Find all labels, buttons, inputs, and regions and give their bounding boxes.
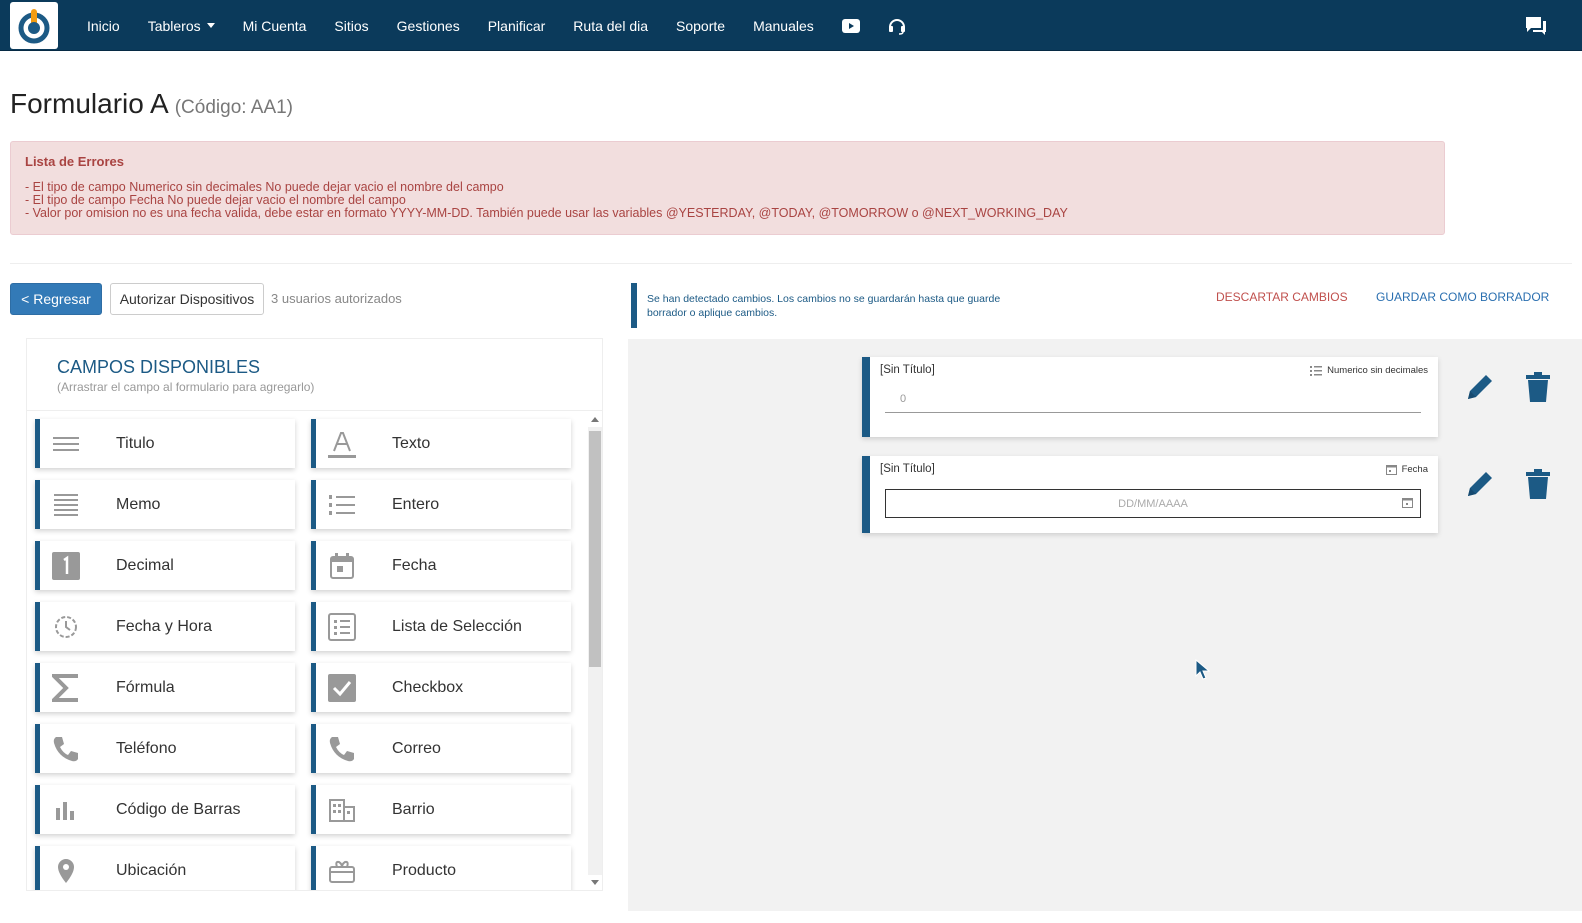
field-checkbox[interactable]: Checkbox	[311, 663, 571, 712]
form-code: (Código: AA1)	[174, 97, 294, 118]
scroll-down-icon[interactable]	[591, 880, 599, 885]
nav-item-planificar[interactable]: Planificar	[474, 0, 560, 51]
sigma-icon	[52, 673, 78, 702]
form-field-type: Numerico sin decimales	[1310, 365, 1428, 376]
back-button[interactable]: < Regresar	[10, 283, 102, 315]
product-icon	[329, 860, 355, 883]
text-a-icon	[328, 431, 356, 458]
nav-item-mi-cuenta[interactable]: Mi Cuenta	[229, 0, 321, 51]
list-number-icon	[329, 494, 355, 515]
delete-field-2-trash-icon[interactable]	[1526, 469, 1550, 499]
barcode-icon	[56, 801, 74, 820]
numeric-default-input[interactable]: 0	[885, 388, 1421, 413]
select-list-icon	[328, 612, 356, 641]
nav-item-inicio[interactable]: Inicio	[73, 0, 134, 51]
discard-changes-link[interactable]: DESCARTAR CAMBIOS	[1216, 290, 1348, 304]
nav-item-ruta-del-dia[interactable]: Ruta del dia	[559, 0, 662, 51]
field-fecha-y-hora[interactable]: Fecha y Hora	[35, 602, 295, 651]
scroll-up-icon[interactable]	[591, 417, 599, 422]
field-lista-de-seleccion[interactable]: Lista de Selección	[311, 602, 571, 651]
mouse-cursor-icon	[1195, 659, 1211, 680]
headset-icon	[888, 18, 905, 35]
caret-down-icon	[206, 23, 215, 28]
nav-item-manuales[interactable]: Manuales	[739, 0, 828, 51]
youtube-button[interactable]	[828, 0, 874, 51]
field-barrio[interactable]: Barrio	[311, 785, 571, 834]
field-memo[interactable]: Memo	[35, 480, 295, 529]
lines-icon	[53, 436, 79, 451]
scroll-thumb[interactable]	[589, 431, 601, 667]
delete-field-1-trash-icon[interactable]	[1526, 372, 1550, 402]
nav-item-soporte[interactable]: Soporte	[662, 0, 739, 51]
memo-icon	[54, 493, 78, 516]
calendar-icon[interactable]	[1402, 497, 1413, 508]
chat-icon[interactable]	[1524, 15, 1548, 37]
field-texto[interactable]: Texto	[311, 419, 571, 468]
form-field-type: Fecha	[1385, 464, 1428, 475]
field-fecha[interactable]: Fecha	[311, 541, 571, 590]
form-name: Formulario A	[10, 88, 169, 119]
field-correo[interactable]: Correo	[311, 724, 571, 773]
panel-scrollbar[interactable]	[588, 413, 602, 890]
authorized-users-count: 3 usuarios autorizados	[271, 291, 402, 306]
form-field-numeric[interactable]: [Sin Título] Numerico sin decimales 0	[862, 357, 1438, 437]
youtube-icon	[841, 18, 860, 33]
calendar-icon	[330, 552, 354, 579]
field-titulo[interactable]: Titulo	[35, 419, 295, 468]
date-default-input[interactable]: DD/MM/AAAA	[885, 489, 1421, 518]
number-one-icon	[52, 551, 80, 580]
panel-subtitle: (Arrastrar el campo al formulario para a…	[57, 380, 315, 394]
top-navbar: Inicio Tableros Mi Cuenta Sitios Gestion…	[0, 0, 1582, 51]
nav-item-sitios[interactable]: Sitios	[320, 0, 382, 51]
power-logo-icon	[18, 8, 50, 43]
phone-icon	[329, 736, 354, 761]
error-list-title: Lista de Errores	[25, 154, 124, 169]
field-producto[interactable]: Producto	[311, 846, 571, 890]
field-entero[interactable]: Entero	[311, 480, 571, 529]
authorize-devices-button[interactable]: Autorizar Dispositivos	[110, 283, 264, 315]
nav-item-tableros[interactable]: Tableros	[134, 0, 229, 51]
nav-menu: Inicio Tableros Mi Cuenta Sitios Gestion…	[73, 0, 920, 51]
field-decimal[interactable]: Decimal	[35, 541, 295, 590]
unsaved-changes-notice: Se han detectado cambios. Los cambios no…	[631, 283, 1011, 328]
calendar-icon	[1385, 465, 1397, 475]
error-line: - Valor por omision no es una fecha vali…	[25, 206, 1068, 220]
support-button[interactable]	[874, 0, 920, 51]
error-list-alert: Lista de Errores - El tipo de campo Nume…	[10, 141, 1445, 235]
edit-field-1-pencil-icon[interactable]	[1464, 371, 1496, 403]
phone-icon	[53, 736, 78, 761]
field-codigo-de-barras[interactable]: Código de Barras	[35, 785, 295, 834]
nav-item-gestiones[interactable]: Gestiones	[383, 0, 474, 51]
available-fields-panel: CAMPOS DISPONIBLES (Arrastrar el campo a…	[26, 338, 603, 891]
panel-title: CAMPOS DISPONIBLES	[57, 357, 261, 377]
divider	[10, 263, 1572, 264]
edit-field-2-pencil-icon[interactable]	[1464, 468, 1496, 500]
page-title: Formulario A (Código: AA1)	[10, 88, 293, 120]
app-logo[interactable]	[10, 2, 58, 49]
field-telefono[interactable]: Teléfono	[35, 724, 295, 773]
panel-header: CAMPOS DISPONIBLES (Arrastrar el campo a…	[27, 339, 602, 411]
form-field-title: [Sin Título]	[880, 463, 935, 475]
form-canvas[interactable]: [Sin Título] Numerico sin decimales 0 [S…	[628, 339, 1582, 911]
form-field-date[interactable]: [Sin Título] Fecha DD/MM/AAAA	[862, 456, 1438, 533]
save-draft-link[interactable]: GUARDAR COMO BORRADOR	[1376, 290, 1549, 304]
location-pin-icon	[58, 858, 74, 883]
clock-icon	[55, 615, 77, 638]
list-number-icon	[1310, 365, 1323, 376]
form-field-title: [Sin Título]	[880, 364, 935, 376]
field-formula[interactable]: Fórmula	[35, 663, 295, 712]
checkbox-icon	[328, 673, 356, 702]
field-ubicacion[interactable]: Ubicación	[35, 846, 295, 890]
building-icon	[329, 798, 355, 822]
